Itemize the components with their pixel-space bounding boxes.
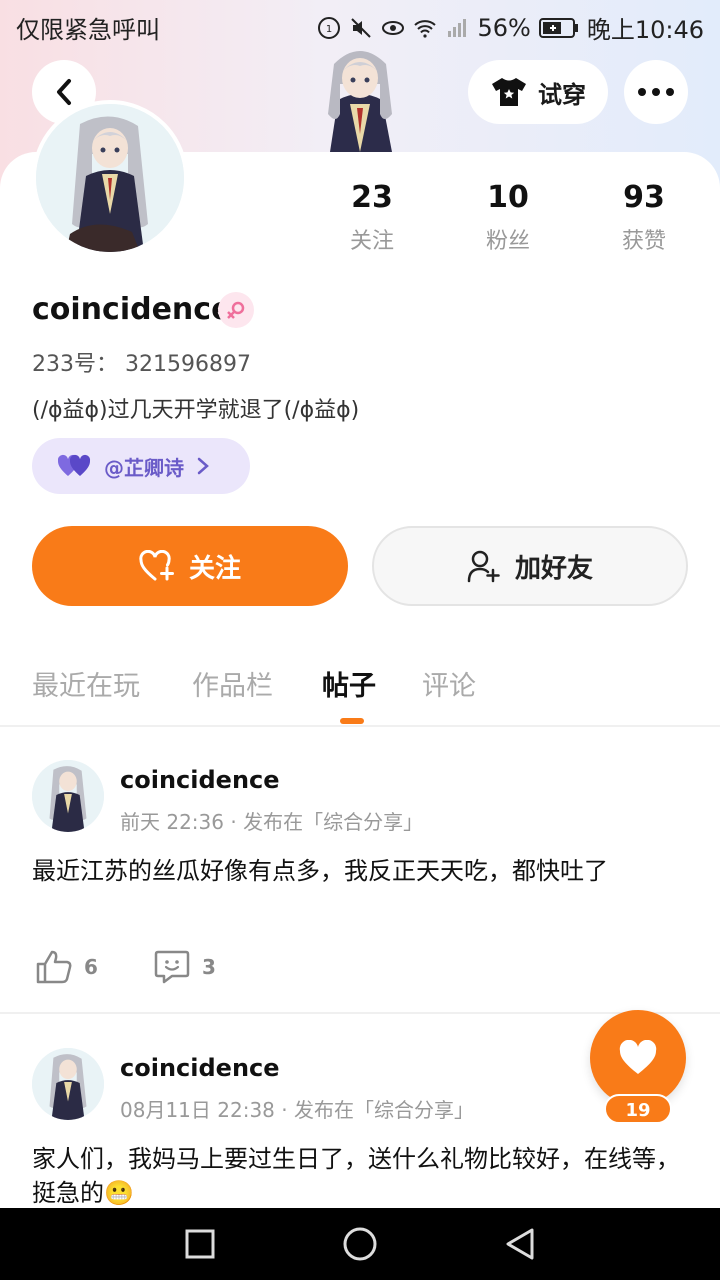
circle-icon [343,1227,377,1261]
recent-apps-button[interactable] [182,1226,218,1262]
tabs-divider [0,725,720,727]
carrier-text: 仅限紧急呼叫 [16,16,160,44]
floating-like-button[interactable] [590,1010,686,1106]
post-meta: 08月11日 22:38 · 发布在「综合分享」 [120,1098,474,1122]
profile-avatar[interactable] [32,100,188,256]
post-content[interactable]: 家人们，我妈马上要过生日了，送什么礼物比较好，在线等，挺急的😬 [32,1142,688,1210]
svg-text:1: 1 [326,24,332,35]
triangle-back-icon [506,1228,534,1260]
try-on-label: 试穿 [538,80,586,109]
stat-likes-value: 93 [623,180,665,215]
more-button[interactable] [624,60,688,124]
comment-bubble-icon [154,950,190,984]
tab-works[interactable]: 作品栏 [192,664,273,703]
post-content[interactable]: 最近江苏的丝瓜好像有点多，我反正天天吃，都快吐了 [32,854,688,888]
heart-icon [619,1040,657,1074]
battery-icon [538,17,578,38]
thumbs-up-icon [36,950,72,984]
tshirt-icon [492,78,526,106]
comment-button[interactable]: 3 [154,950,216,984]
battery-percent: 56% [477,13,531,42]
follow-label: 关注 [188,553,241,584]
signal-icon [448,18,467,37]
add-friend-label: 加好友 [514,553,593,584]
try-on-button[interactable]: 试穿 [468,60,608,124]
like-count: 6 [84,955,98,979]
avatar-3d-figure[interactable] [300,44,420,152]
avatar-character-image [32,1048,104,1120]
cp-tag-button[interactable]: @芷卿诗 [32,438,250,494]
home-button[interactable] [340,1224,380,1264]
stat-likes[interactable]: 93 获赞 [584,180,704,255]
stat-followers[interactable]: 10 粉丝 [448,180,568,255]
stat-followers-label: 粉丝 [485,229,530,254]
heart-plus-icon [139,550,174,581]
stat-following[interactable]: 23 关注 [312,180,432,255]
profile-username: coincidence [32,292,232,327]
avatar-character-image [36,104,184,252]
stat-followers-value: 10 [487,180,529,215]
tab-posts[interactable]: 帖子 [322,664,376,703]
chevron-right-icon [197,457,209,475]
square-icon [185,1229,215,1259]
post-author-name[interactable]: coincidence [120,1054,280,1082]
stat-likes-label: 获赞 [621,229,666,254]
post-meta: 前天 22:36 · 发布在「综合分享」 [120,810,424,834]
back-nav-button[interactable] [502,1226,538,1262]
eye-icon [382,20,405,35]
hd-call-icon: 1 [318,16,341,39]
system-navigation-bar [0,1208,720,1280]
chevron-left-icon [57,79,71,105]
more-dots-icon [638,88,674,96]
post-author-name[interactable]: coincidence [120,766,280,794]
status-bar: 仅限紧急呼叫 1 56% 晚上10:46 [0,0,720,50]
avatar-character-image [32,760,104,832]
add-user-icon [467,550,500,583]
tab-recently-played[interactable]: 最近在玩 [32,664,140,703]
wifi-icon [414,19,437,38]
post-divider [0,1012,720,1014]
stat-following-label: 关注 [349,229,394,254]
floating-like-count: 19 [604,1094,672,1124]
mute-icon [351,17,372,38]
like-button[interactable]: 6 [36,950,98,984]
follow-button[interactable]: 关注 [32,526,348,606]
post-author-avatar[interactable] [32,1048,104,1120]
post-author-avatar[interactable] [32,760,104,832]
profile-uid: 233号： 321596897 [32,352,251,377]
add-friend-button[interactable]: 加好友 [372,526,688,606]
female-gender-icon [218,292,254,328]
tab-comments[interactable]: 评论 [422,664,476,703]
clock: 晚上10:46 [586,16,704,44]
active-tab-indicator [340,718,364,724]
profile-bio: (/ɸ益ɸ)过几天开学就退了(/ɸ益ɸ) [32,398,360,423]
stat-following-value: 23 [351,180,393,215]
double-heart-icon [58,454,91,476]
cp-tag-label: @芷卿诗 [104,455,184,480]
comment-count: 3 [202,955,216,979]
